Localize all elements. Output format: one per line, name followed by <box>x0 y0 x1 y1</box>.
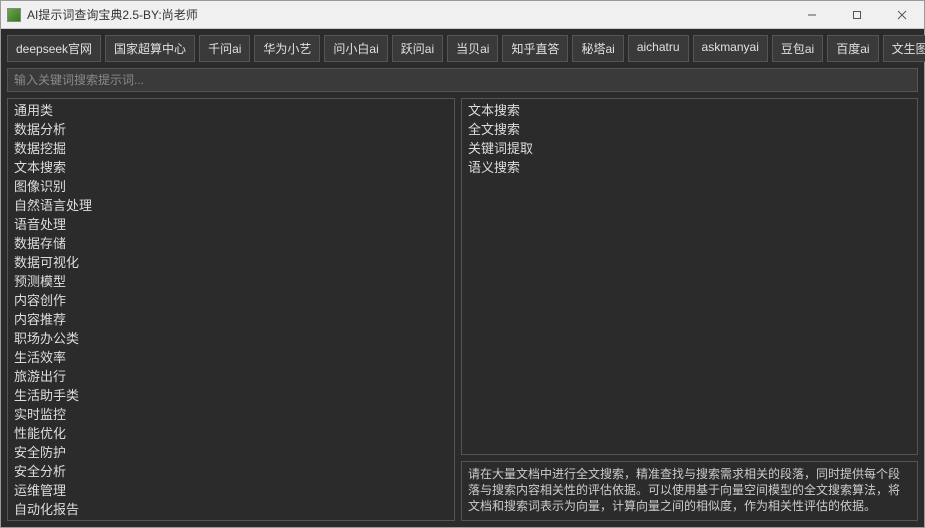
toolbar-button-8[interactable]: 秘塔ai <box>572 35 623 62</box>
category-item[interactable]: 运维管理 <box>8 481 454 500</box>
category-item[interactable]: 自动化报告 <box>8 500 454 519</box>
toolbar-button-2[interactable]: 千问ai <box>199 35 250 62</box>
category-item[interactable]: 实时监控 <box>8 405 454 424</box>
toolbar-button-4[interactable]: 问小白ai <box>324 35 387 62</box>
titlebar: AI提示词查询宝典2.5-BY:尚老师 <box>1 1 924 29</box>
toolbar: deepseek官网国家超算中心千问ai华为小艺问小白ai跃问ai当贝ai知乎直… <box>1 29 924 68</box>
category-item[interactable]: 职场办公类 <box>8 329 454 348</box>
maximize-button[interactable] <box>834 1 879 29</box>
searchbar <box>1 68 924 98</box>
close-button[interactable] <box>879 1 924 29</box>
toolbar-button-10[interactable]: askmanyai <box>693 35 768 62</box>
category-item[interactable]: 数据存储 <box>8 234 454 253</box>
right-pane: 文本搜索全文搜索关键词提取语义搜索 请在大量文档中进行全文搜索，精准查找与搜索需… <box>461 98 918 521</box>
toolbar-button-6[interactable]: 当贝ai <box>447 35 498 62</box>
category-item[interactable]: 性能优化 <box>8 424 454 443</box>
toolbar-button-3[interactable]: 华为小艺 <box>254 35 320 62</box>
category-item[interactable]: 数据可视化 <box>8 253 454 272</box>
category-item[interactable]: 语音处理 <box>8 215 454 234</box>
app-icon <box>7 8 21 22</box>
category-item[interactable]: 图像识别 <box>8 177 454 196</box>
category-item[interactable]: 文本搜索 <box>8 158 454 177</box>
toolbar-button-11[interactable]: 豆包ai <box>772 35 823 62</box>
category-item[interactable]: 数据挖掘 <box>8 139 454 158</box>
toolbar-button-13[interactable]: 文生图 <box>883 35 925 62</box>
minimize-button[interactable] <box>789 1 834 29</box>
subitem[interactable]: 语义搜索 <box>462 158 917 177</box>
category-item[interactable]: 数据分析 <box>8 120 454 139</box>
category-list[interactable]: 通用类数据分析数据挖掘文本搜索图像识别自然语言处理语音处理数据存储数据可视化预测… <box>7 98 455 521</box>
toolbar-button-1[interactable]: 国家超算中心 <box>105 35 195 62</box>
app-window: AI提示词查询宝典2.5-BY:尚老师 deepseek官网国家超算中心千问ai… <box>0 0 925 528</box>
toolbar-button-12[interactable]: 百度ai <box>827 35 878 62</box>
search-input[interactable] <box>7 68 918 92</box>
category-item[interactable]: 安全分析 <box>8 462 454 481</box>
category-item[interactable]: 通用类 <box>8 101 454 120</box>
subitem[interactable]: 文本搜索 <box>462 101 917 120</box>
category-item[interactable]: 内容创作 <box>8 291 454 310</box>
subitem[interactable]: 全文搜索 <box>462 120 917 139</box>
window-title: AI提示词查询宝典2.5-BY:尚老师 <box>27 6 789 23</box>
category-item[interactable]: 预测模型 <box>8 272 454 291</box>
subitem[interactable]: 关键词提取 <box>462 139 917 158</box>
description-box: 请在大量文档中进行全文搜索，精准查找与搜索需求相关的段落，同时提供每个段落与搜索… <box>461 461 918 521</box>
left-pane: 通用类数据分析数据挖掘文本搜索图像识别自然语言处理语音处理数据存储数据可视化预测… <box>7 98 455 521</box>
category-item[interactable]: 自然语言处理 <box>8 196 454 215</box>
toolbar-button-9[interactable]: aichatru <box>628 35 689 62</box>
category-item[interactable]: 生活效率 <box>8 348 454 367</box>
subitem-list[interactable]: 文本搜索全文搜索关键词提取语义搜索 <box>461 98 918 455</box>
category-item[interactable]: 安全防护 <box>8 443 454 462</box>
category-item[interactable]: 教育教学 <box>8 519 454 521</box>
category-item[interactable]: 旅游出行 <box>8 367 454 386</box>
toolbar-button-5[interactable]: 跃问ai <box>392 35 443 62</box>
main-area: 通用类数据分析数据挖掘文本搜索图像识别自然语言处理语音处理数据存储数据可视化预测… <box>1 98 924 527</box>
category-item[interactable]: 生活助手类 <box>8 386 454 405</box>
toolbar-button-7[interactable]: 知乎直答 <box>502 35 568 62</box>
category-item[interactable]: 内容推荐 <box>8 310 454 329</box>
toolbar-button-0[interactable]: deepseek官网 <box>7 35 101 62</box>
